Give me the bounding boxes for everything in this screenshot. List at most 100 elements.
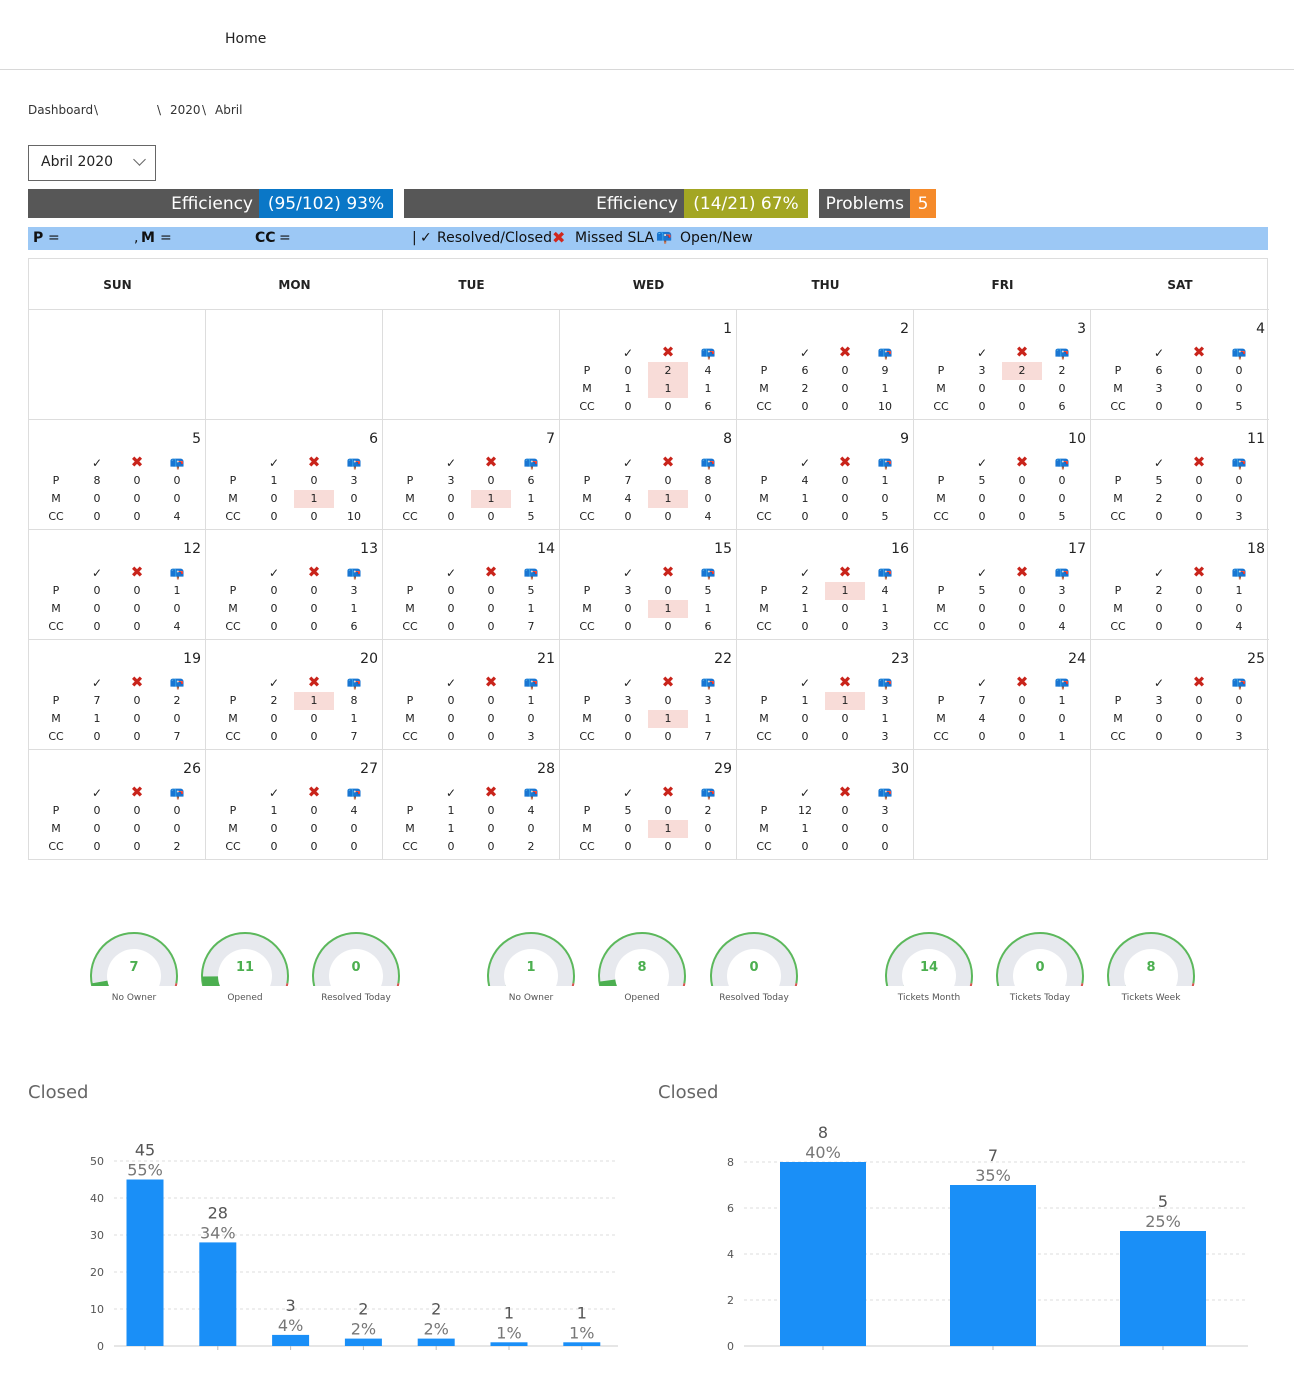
day-count-value: 5: [1058, 510, 1066, 523]
day-count-value: 0: [664, 400, 672, 413]
day-number: 2: [900, 321, 909, 337]
day-count-value: 2: [173, 840, 181, 853]
day-number: 27: [360, 761, 378, 777]
y-tick-label: 6: [727, 1202, 734, 1215]
check-icon: ✓: [976, 566, 988, 580]
day-count-value: 0: [447, 620, 455, 633]
y-tick-label: 40: [90, 1192, 104, 1205]
row-label-cc: CC: [1110, 400, 1126, 413]
nav-home-link[interactable]: Home: [225, 31, 266, 47]
x-mark-icon: ✖: [838, 563, 852, 581]
row-label-m: M: [759, 712, 769, 725]
calendar-day-cell: 1 ✓ ✖ 📪 P 0 2 4 M 1 1 1 CC 0 0 6: [560, 309, 737, 419]
mailbox-icon: 📪: [877, 786, 893, 800]
bar-percent-label: 34%: [200, 1223, 236, 1242]
breadcrumb-dashboard[interactable]: Dashboard: [28, 103, 93, 117]
y-tick-label: 8: [727, 1156, 734, 1169]
row-label-m: M: [228, 712, 238, 725]
row-label-cc: CC: [402, 730, 418, 743]
row-label-m: M: [51, 712, 61, 725]
day-count-value: 2: [270, 694, 278, 707]
mailbox-icon: 📪: [700, 346, 716, 360]
day-count-value: 1: [881, 712, 889, 725]
day-count-value: 0: [487, 602, 495, 615]
bar: [780, 1162, 866, 1346]
day-count-value: 6: [704, 620, 712, 633]
day-count-value: 0: [1195, 492, 1203, 505]
day-count-value: 0: [487, 694, 495, 707]
gauge-label: Resolved Today: [719, 993, 789, 1003]
day-count-value: 0: [487, 474, 495, 487]
day-count-value: 1: [881, 382, 889, 395]
gauge-value: 8: [1146, 960, 1155, 975]
day-number: 25: [1247, 651, 1265, 667]
day-count-value: 6: [350, 620, 358, 633]
day-count-value: 4: [801, 474, 809, 487]
gauge-label: Tickets Today: [1009, 993, 1071, 1003]
day-count-value: 0: [664, 804, 672, 817]
check-icon: ✓: [91, 566, 103, 580]
day-count-value: 0: [1018, 510, 1026, 523]
day-count-value: 0: [350, 492, 358, 505]
day-count-value: 0: [664, 510, 672, 523]
legend-resolved: Resolved/Closed: [437, 230, 552, 246]
day-count-value: 3: [881, 730, 889, 743]
gauge-dial: 1: [487, 932, 575, 986]
row-label-cc: CC: [1110, 510, 1126, 523]
day-count-value: 0: [133, 492, 141, 505]
day-count-value: 1: [648, 710, 688, 728]
day-count-value: 0: [841, 364, 849, 377]
day-count-value: 0: [93, 510, 101, 523]
day-count-value: 6: [527, 474, 535, 487]
gauge-dial: 0: [312, 932, 400, 986]
day-count-value: 1: [527, 492, 535, 505]
day-count-value: 0: [978, 620, 986, 633]
day-count-value: 0: [978, 730, 986, 743]
calendar-day-cell: 19 ✓ ✖ 📪 P 7 0 2 M 1 0 0 CC 0 0 7: [29, 639, 206, 749]
check-icon: ✓: [268, 676, 280, 690]
row-label-p: P: [937, 474, 945, 487]
efficiency-panel-1: Efficiency (95/102) 93%: [28, 189, 393, 218]
day-count-value: 0: [350, 822, 358, 835]
day-count-value: 0: [841, 382, 849, 395]
day-count-value: 0: [841, 510, 849, 523]
day-count-value: 5: [527, 584, 535, 597]
row-label-m: M: [405, 602, 415, 615]
gauge-dial: 11: [201, 932, 289, 986]
day-count-value: 4: [350, 804, 358, 817]
day-number: 24: [1068, 651, 1086, 667]
day-count-value: 0: [664, 584, 672, 597]
day-count-value: 0: [624, 730, 632, 743]
day-count-value: 1: [270, 804, 278, 817]
gauge-label: Tickets Month: [897, 993, 961, 1003]
day-count-value: 0: [624, 510, 632, 523]
day-count-value: 0: [1235, 474, 1243, 487]
day-count-value: 0: [841, 822, 849, 835]
day-count-value: 5: [978, 584, 986, 597]
y-tick-label: 2: [727, 1294, 734, 1307]
day-count-value: 3: [978, 364, 986, 377]
row-label-m: M: [936, 492, 946, 505]
row-label-cc: CC: [225, 840, 241, 853]
day-count-value: 0: [1235, 712, 1243, 725]
check-icon: ✓: [91, 676, 103, 690]
breadcrumb-year[interactable]: 2020: [170, 103, 201, 117]
day-count-value: 1: [648, 820, 688, 838]
day-count-value: 1: [1235, 584, 1243, 597]
day-count-value: 0: [447, 510, 455, 523]
calendar-day-cell: 9 ✓ ✖ 📪 P 4 0 1 M 1 0 0 CC 0 0 5: [737, 419, 914, 529]
calendar-day-cell: 29 ✓ ✖ 📪 P 5 0 2 M 0 1 0 CC 0 0 0: [560, 749, 737, 859]
gauge-value: 0: [1035, 960, 1044, 975]
check-icon: ✓: [91, 786, 103, 800]
day-count-value: 0: [447, 730, 455, 743]
mailbox-icon: 📪: [700, 676, 716, 690]
day-count-value: 0: [173, 474, 181, 487]
day-number: 16: [891, 541, 909, 557]
month-select[interactable]: Abril 2020: [28, 145, 156, 181]
row-label-p: P: [583, 694, 591, 707]
day-count-value: 0: [1018, 400, 1026, 413]
row-label-cc: CC: [579, 620, 595, 633]
gauge-value: 11: [236, 960, 254, 975]
day-count-value: 5: [527, 510, 535, 523]
day-count-value: 0: [1155, 712, 1163, 725]
